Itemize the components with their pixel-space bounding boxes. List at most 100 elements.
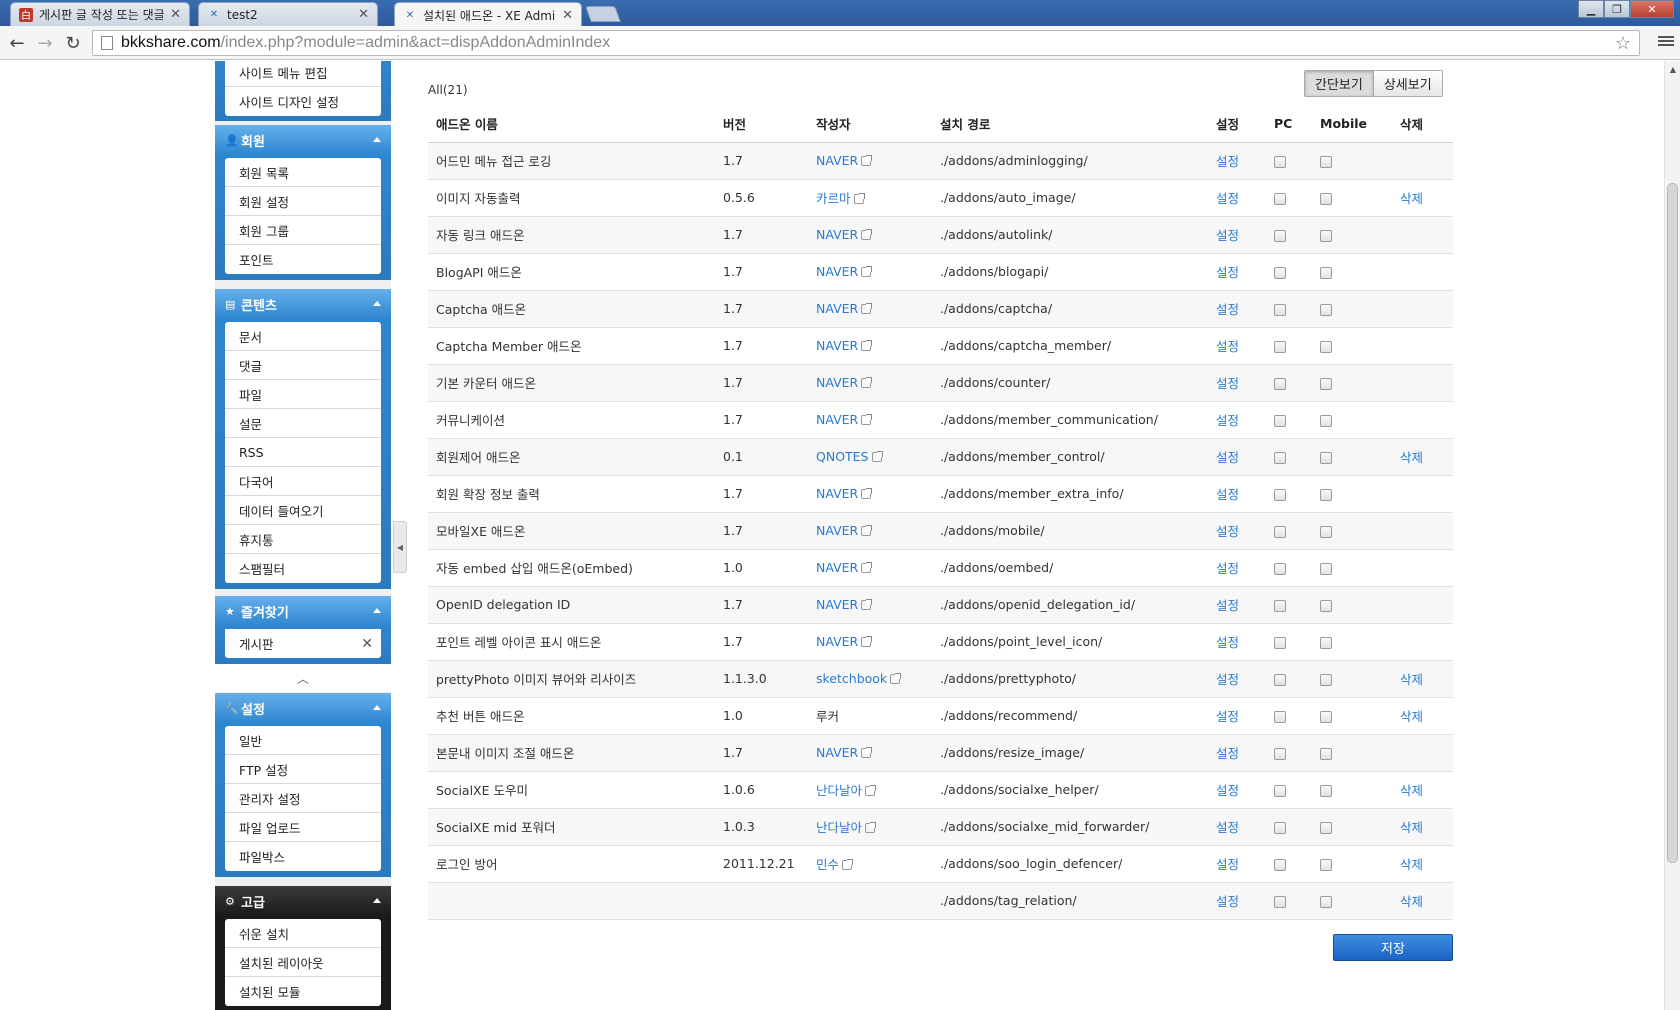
author-link[interactable]: NAVER <box>816 745 858 760</box>
sidebar-item-file[interactable]: 파일 <box>225 380 381 409</box>
pc-enable-checkbox[interactable] <box>1274 858 1286 871</box>
setting-link[interactable]: 설정 <box>1216 820 1239 835</box>
scroll-up-icon[interactable]: ▲ <box>1665 61 1680 77</box>
delete-link[interactable]: 삭제 <box>1400 783 1423 798</box>
simple-view-button[interactable]: 간단보기 <box>1305 71 1373 96</box>
setting-link[interactable]: 설정 <box>1216 709 1239 724</box>
setting-link[interactable]: 설정 <box>1216 524 1239 539</box>
setting-link[interactable]: 설정 <box>1216 413 1239 428</box>
bookmark-star-icon[interactable]: ☆ <box>1615 33 1631 54</box>
close-tab-icon[interactable]: ✕ <box>170 7 181 22</box>
sidebar-item-installed-module[interactable]: 설치된 모듈 <box>225 977 381 1006</box>
pc-enable-checkbox[interactable] <box>1274 525 1286 538</box>
setting-link[interactable]: 설정 <box>1216 191 1239 206</box>
setting-link[interactable]: 설정 <box>1216 598 1239 613</box>
remove-favorite-icon[interactable]: ✕ <box>361 636 373 652</box>
browser-tab-3[interactable]: ✕ 설치된 애드온 - XE Admi ✕ <box>394 2 582 27</box>
pc-enable-checkbox[interactable] <box>1274 192 1286 205</box>
sidebar-item-member-list[interactable]: 회원 목록 <box>225 158 381 187</box>
sidebar-item-member-settings[interactable]: 회원 설정 <box>225 187 381 216</box>
mobile-enable-checkbox[interactable] <box>1320 303 1332 316</box>
setting-link[interactable]: 설정 <box>1216 857 1239 872</box>
author-link[interactable]: NAVER <box>816 153 858 168</box>
setting-link[interactable]: 설정 <box>1216 376 1239 391</box>
setting-link[interactable]: 설정 <box>1216 302 1239 317</box>
author-link[interactable]: NAVER <box>816 227 858 242</box>
collapse-caret-icon[interactable] <box>373 898 381 903</box>
setting-link[interactable]: 설정 <box>1216 672 1239 687</box>
restore-icon[interactable]: ❐ <box>1604 0 1630 18</box>
author-link[interactable]: NAVER <box>816 375 858 390</box>
pc-enable-checkbox[interactable] <box>1274 414 1286 427</box>
author-link[interactable]: 난다날아 <box>816 820 862 835</box>
pc-enable-checkbox[interactable] <box>1274 340 1286 353</box>
advanced-section-header[interactable]: ⚙ 고급 <box>215 886 391 916</box>
mobile-enable-checkbox[interactable] <box>1320 377 1332 390</box>
mobile-enable-checkbox[interactable] <box>1320 895 1332 908</box>
mobile-enable-checkbox[interactable] <box>1320 340 1332 353</box>
author-link[interactable]: NAVER <box>816 560 858 575</box>
address-bar[interactable]: bkkshare.com/index.php?module=admin&act=… <box>92 30 1640 56</box>
detail-view-button[interactable]: 상세보기 <box>1372 71 1442 96</box>
mobile-enable-checkbox[interactable] <box>1320 858 1332 871</box>
save-button[interactable]: 저장 <box>1333 934 1453 961</box>
new-tab-button[interactable] <box>585 6 621 22</box>
collapse-favorites-button[interactable]: ︿ <box>215 664 391 692</box>
delete-link[interactable]: 삭제 <box>1400 672 1423 687</box>
author-link[interactable]: NAVER <box>816 264 858 279</box>
setting-link[interactable]: 설정 <box>1216 339 1239 354</box>
sidebar-item-comment[interactable]: 댓글 <box>225 351 381 380</box>
reload-icon[interactable]: ↻ <box>62 32 84 54</box>
sidebar-item-admin-settings[interactable]: 관리자 설정 <box>225 784 381 813</box>
setting-link[interactable]: 설정 <box>1216 450 1239 465</box>
pc-enable-checkbox[interactable] <box>1274 155 1286 168</box>
pc-enable-checkbox[interactable] <box>1274 229 1286 242</box>
setting-link[interactable]: 설정 <box>1216 783 1239 798</box>
author-link[interactable]: NAVER <box>816 634 858 649</box>
mobile-enable-checkbox[interactable] <box>1320 229 1332 242</box>
author-link[interactable]: NAVER <box>816 301 858 316</box>
delete-link[interactable]: 삭제 <box>1400 191 1423 206</box>
sidebar-item-board[interactable]: 게시판 ✕ <box>225 629 381 658</box>
mobile-enable-checkbox[interactable] <box>1320 525 1332 538</box>
setting-link[interactable]: 설정 <box>1216 561 1239 576</box>
mobile-enable-checkbox[interactable] <box>1320 673 1332 686</box>
sidebar-item-general[interactable]: 일반 <box>225 726 381 755</box>
pc-enable-checkbox[interactable] <box>1274 784 1286 797</box>
setting-link[interactable]: 설정 <box>1216 746 1239 761</box>
pc-enable-checkbox[interactable] <box>1274 895 1286 908</box>
sidebar-item-site-menu-edit[interactable]: 사이트 메뉴 편집 <box>225 61 381 87</box>
setting-link[interactable]: 설정 <box>1216 487 1239 502</box>
pc-enable-checkbox[interactable] <box>1274 377 1286 390</box>
browser-menu-icon[interactable] <box>1658 34 1674 50</box>
author-link[interactable]: 카르마 <box>816 191 851 206</box>
author-link[interactable]: QNOTES <box>816 449 869 464</box>
settings-section-header[interactable]: 🔧 설정 <box>215 693 391 723</box>
pc-enable-checkbox[interactable] <box>1274 821 1286 834</box>
delete-link[interactable]: 삭제 <box>1400 857 1423 872</box>
author-link[interactable]: sketchbook <box>816 671 887 686</box>
collapse-caret-icon[interactable] <box>373 137 381 142</box>
mobile-enable-checkbox[interactable] <box>1320 562 1332 575</box>
setting-link[interactable]: 설정 <box>1216 228 1239 243</box>
pc-enable-checkbox[interactable] <box>1274 636 1286 649</box>
sidebar-item-site-design[interactable]: 사이트 디자인 설정 <box>225 87 381 116</box>
sidebar-item-installed-layout[interactable]: 설치된 레이아웃 <box>225 948 381 977</box>
sidebar-item-filebox[interactable]: 파일박스 <box>225 842 381 871</box>
author-link[interactable]: NAVER <box>816 412 858 427</box>
mobile-enable-checkbox[interactable] <box>1320 636 1332 649</box>
sidebar-item-ftp[interactable]: FTP 설정 <box>225 755 381 784</box>
delete-link[interactable]: 삭제 <box>1400 820 1423 835</box>
collapse-caret-icon[interactable] <box>373 608 381 613</box>
pc-enable-checkbox[interactable] <box>1274 303 1286 316</box>
sidebar-item-multilang[interactable]: 다국어 <box>225 467 381 496</box>
author-link[interactable]: 민수 <box>816 857 839 872</box>
author-link[interactable]: 난다날아 <box>816 783 862 798</box>
sidebar-item-easy-install[interactable]: 쉬운 설치 <box>225 919 381 948</box>
mobile-enable-checkbox[interactable] <box>1320 784 1332 797</box>
close-window-icon[interactable]: ✕ <box>1630 0 1674 18</box>
setting-link[interactable]: 설정 <box>1216 265 1239 280</box>
collapse-caret-icon[interactable] <box>373 705 381 710</box>
sidebar-item-document[interactable]: 문서 <box>225 322 381 351</box>
sidebar-item-import[interactable]: 데이터 들여오기 <box>225 496 381 525</box>
